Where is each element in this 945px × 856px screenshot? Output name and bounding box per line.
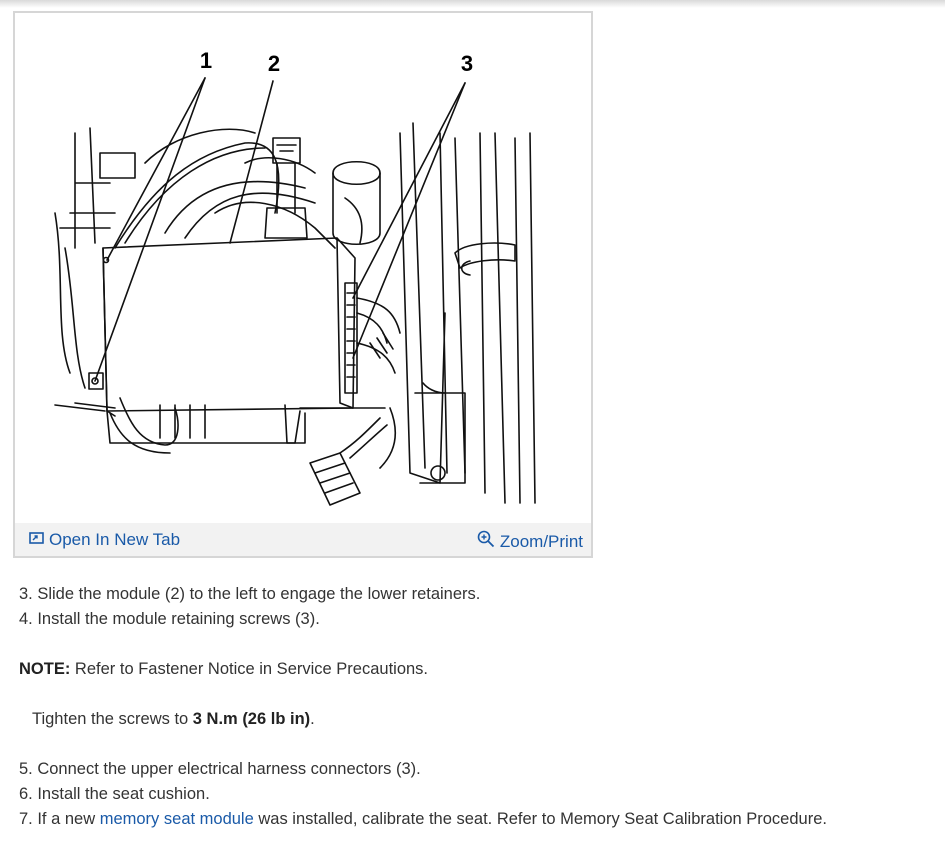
figure-toolbar: Open In New Tab Zoom/Print	[15, 523, 591, 556]
tighten-instruction: Tighten the screws to 3 N.m (26 lb in).	[19, 707, 929, 732]
top-shadow	[0, 0, 945, 8]
tighten-suffix: .	[310, 710, 315, 728]
module-illustration: 1 2 3	[54, 48, 536, 506]
note-text: Refer to Fastener Notice in Service Prec…	[70, 660, 429, 678]
step-7: 7. If a new memory seat module was insta…	[19, 807, 929, 832]
zoom-print-label: Zoom/Print	[499, 531, 583, 551]
callout-2: 2	[268, 51, 280, 76]
figure-container: 1 2 3 Open In New Tab Zoom/Print	[13, 11, 593, 558]
step-4: 4. Install the module retaining screws (…	[19, 610, 320, 628]
step-7-prefix: 7. If a new	[19, 810, 100, 828]
step-5: 5. Connect the upper electrical harness …	[19, 760, 421, 778]
note: NOTE: Refer to Fastener Notice in Servic…	[19, 657, 929, 682]
open-new-tab-icon	[29, 530, 44, 550]
step-7-suffix: was installed, calibrate the seat. Refer…	[253, 810, 827, 828]
step-6: 6. Install the seat cushion.	[19, 785, 210, 803]
tighten-prefix: Tighten the screws to	[32, 710, 193, 728]
torque-value: 3 N.m (26 lb in)	[192, 710, 311, 728]
zoom-in-icon	[477, 530, 495, 553]
procedure-text: 3. Slide the module (2) to the left to e…	[19, 582, 929, 832]
callout-1: 1	[200, 48, 212, 73]
step-3: 3. Slide the module (2) to the left to e…	[19, 585, 481, 603]
callout-3: 3	[461, 51, 473, 76]
zoom-print-link[interactable]: Zoom/Print	[477, 530, 583, 553]
note-label: NOTE:	[19, 660, 71, 678]
memory-seat-module-link[interactable]: memory seat module	[100, 810, 254, 828]
open-in-new-tab-link[interactable]: Open In New Tab	[29, 530, 180, 550]
open-in-new-tab-label: Open In New Tab	[49, 530, 181, 549]
